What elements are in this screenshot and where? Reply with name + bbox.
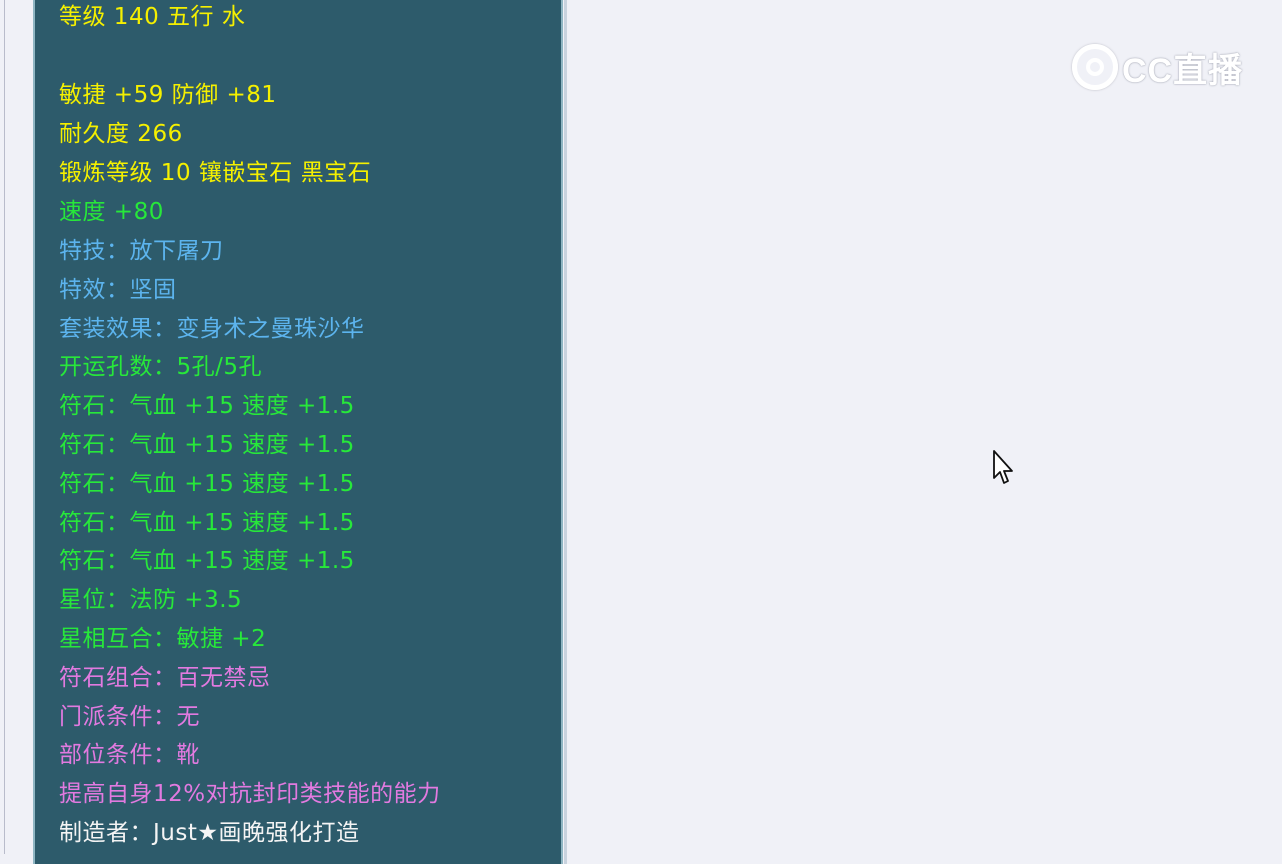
maker-line: 制造者：Just★画晚强化打造 (59, 820, 360, 846)
sect-requirement-line: 门派条件：无 (59, 704, 200, 730)
rune-stone-line: 符石：气血 +15 速度 +1.5 (59, 393, 355, 419)
cc-live-watermark: CC直播 (1072, 42, 1243, 92)
agility-defense-line: 敏捷 +59 防御 +81 (59, 82, 277, 108)
star-combination-line: 星相互合：敏捷 +2 (59, 626, 267, 652)
seal-resistance-line: 提高自身12%对抗封印类技能的能力 (59, 781, 441, 807)
slot-requirement-line: 部位条件：靴 (59, 742, 200, 768)
cc-logo-icon (1072, 44, 1118, 90)
rune-stone-line: 符石：气血 +15 速度 +1.5 (59, 510, 355, 536)
set-effect-line: 套装效果：变身术之曼珠沙华 (59, 316, 365, 342)
rune-stone-line: 符石：气血 +15 速度 +1.5 (59, 548, 355, 574)
rune-combination-line: 符石组合：百无禁忌 (59, 665, 271, 691)
speed-line: 速度 +80 (59, 199, 164, 225)
special-effect-line: 特效：坚固 (59, 277, 177, 303)
rune-stone-line: 符石：气血 +15 速度 +1.5 (59, 471, 355, 497)
rune-stone-line: 符石：气血 +15 速度 +1.5 (59, 432, 355, 458)
special-skill-line: 特技：放下屠刀 (59, 238, 224, 264)
durability-line: 耐久度 266 (59, 121, 183, 147)
star-position-line: 星位：法防 +3.5 (59, 587, 243, 613)
item-tooltip-panel: 等级 140 五行 水 敏捷 +59 防御 +81 耐久度 266 锻炼等级 1… (33, 0, 567, 864)
item-level-line: 等级 140 五行 水 (59, 4, 246, 30)
window-edge-line (4, 0, 5, 854)
socket-count-line: 开运孔数：5孔/5孔 (59, 354, 263, 380)
mouse-pointer-icon (993, 450, 1013, 484)
forging-level-line: 锻炼等级 10 镶嵌宝石 黑宝石 (59, 160, 372, 186)
watermark-text: CC直播 (1122, 51, 1244, 90)
